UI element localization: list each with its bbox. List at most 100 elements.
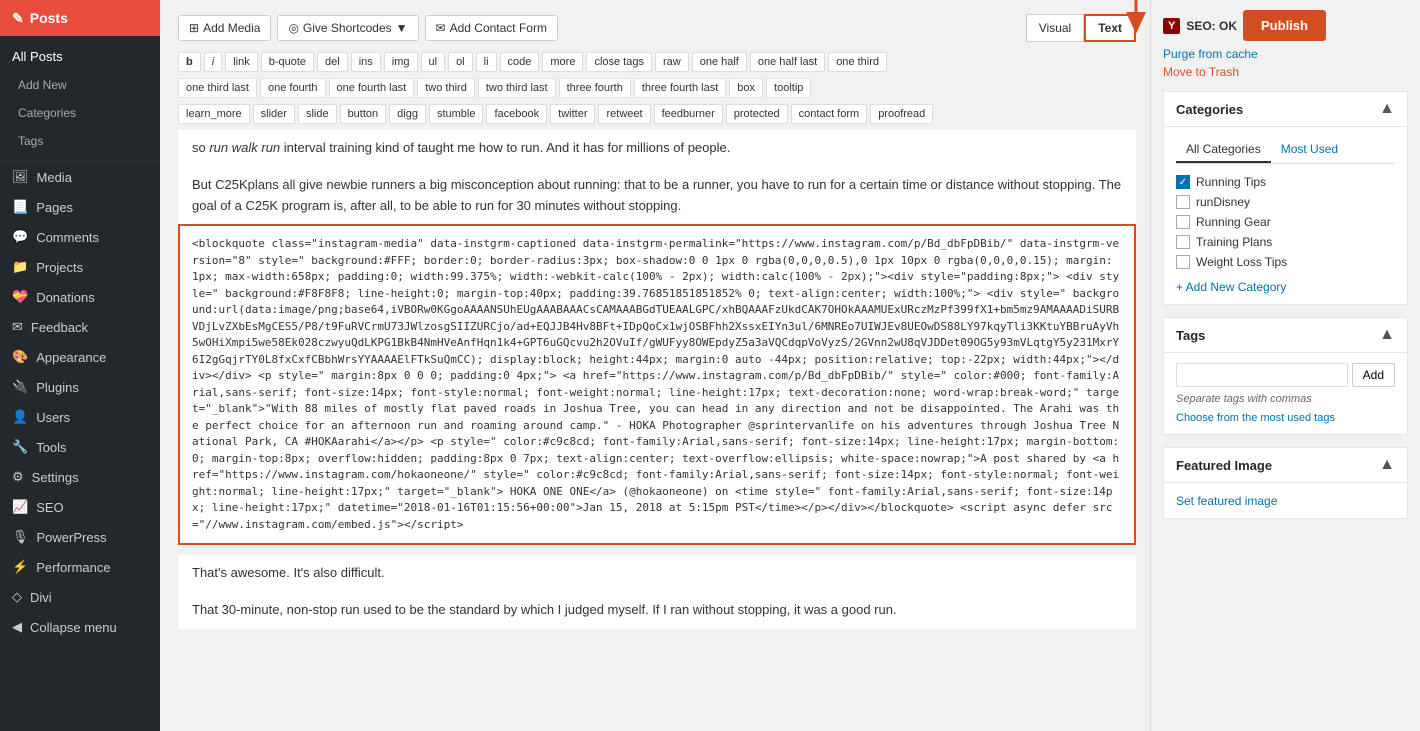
fmt-stumble[interactable]: stumble [429, 104, 484, 124]
fmt-one-third-last[interactable]: one third last [178, 78, 257, 98]
plugins-icon: 🔌 [12, 379, 28, 395]
fmt-protected[interactable]: protected [726, 104, 788, 124]
add-media-button[interactable]: ⊞ Add Media [178, 15, 271, 41]
sidebar-item-comments[interactable]: 💬 Comments [0, 222, 160, 252]
text-button[interactable]: Text [1084, 14, 1136, 42]
cat-checkbox-weight-loss-tips[interactable] [1176, 255, 1190, 269]
fmt-one-half[interactable]: one half [692, 52, 747, 72]
categories-toggle-icon[interactable]: ▲ [1379, 100, 1395, 118]
move-to-trash-link[interactable]: Move to Trash [1163, 65, 1408, 79]
fmt-two-third-last[interactable]: two third last [478, 78, 556, 98]
cat-checkbox-running-tips[interactable]: ✓ [1176, 175, 1190, 189]
sidebar-item-plugins[interactable]: 🔌 Plugins [0, 372, 160, 402]
fmt-link[interactable]: link [225, 52, 258, 72]
cat-checkbox-running-gear[interactable] [1176, 215, 1190, 229]
fmt-slider[interactable]: slider [253, 104, 295, 124]
publish-button[interactable]: Publish [1243, 10, 1326, 41]
fmt-ul[interactable]: ul [421, 52, 446, 72]
sidebar-item-performance[interactable]: ⚡ Performance [0, 552, 160, 582]
purge-cache-link[interactable]: Purge from cache [1163, 47, 1408, 61]
fmt-one-half-last[interactable]: one half last [750, 52, 825, 72]
sidebar-item-donations[interactable]: 💝 Donations [0, 282, 160, 312]
cat-running-tips: ✓ Running Tips [1176, 172, 1395, 192]
fmt-ol[interactable]: ol [448, 52, 473, 72]
fmt-img[interactable]: img [384, 52, 418, 72]
visual-button[interactable]: Visual [1026, 14, 1084, 42]
settings-icon: ⚙ [12, 469, 24, 485]
fmt-three-fourth[interactable]: three fourth [559, 78, 631, 98]
fmt-more[interactable]: more [542, 52, 583, 72]
sidebar-item-powerpress[interactable]: 🎙 PowerPress [0, 522, 160, 552]
fmt-twitter[interactable]: twitter [550, 104, 595, 124]
fmt-learn-more[interactable]: learn_more [178, 104, 250, 124]
fmt-box[interactable]: box [729, 78, 763, 98]
cat-checkbox-rundisney[interactable] [1176, 195, 1190, 209]
sidebar-item-tools[interactable]: 🔧 Tools [0, 432, 160, 462]
fmt-ins[interactable]: ins [351, 52, 381, 72]
fmt-bold[interactable]: b [178, 52, 201, 72]
fmt-one-fourth-last[interactable]: one fourth last [329, 78, 415, 98]
cat-checkbox-training-plans[interactable] [1176, 235, 1190, 249]
sidebar-item-all-posts[interactable]: All Posts [0, 42, 160, 71]
pages-label: Pages [36, 200, 73, 215]
sidebar-item-users[interactable]: 👤 Users [0, 402, 160, 432]
fmt-button[interactable]: button [340, 104, 387, 124]
fmt-proofread[interactable]: proofread [870, 104, 933, 124]
editor-toolbar: ⊞ Add Media ◎ Give Shortcodes ▼ ✉ Add Co… [178, 14, 1136, 42]
tab-all-categories[interactable]: All Categories [1176, 137, 1271, 163]
add-new-category-link[interactable]: + Add New Category [1176, 280, 1395, 294]
sidebar-item-projects[interactable]: 📁 Projects [0, 252, 160, 282]
sidebar-item-tags[interactable]: Tags [0, 127, 160, 155]
sidebar-item-categories[interactable]: Categories [0, 99, 160, 127]
fmt-facebook[interactable]: facebook [486, 104, 547, 124]
text-para-3: That's awesome. It's also difficult. [178, 555, 1136, 592]
sidebar-item-collapse[interactable]: ◀ Collapse menu [0, 612, 160, 642]
sidebar-item-seo[interactable]: 📈 SEO [0, 492, 160, 522]
arrow-container: Text [1084, 14, 1136, 42]
sidebar-item-pages[interactable]: 📃 Pages [0, 192, 160, 222]
fmt-tooltip[interactable]: tooltip [766, 78, 811, 98]
sidebar-item-add-new[interactable]: Add New [0, 71, 160, 99]
fmt-three-fourth-last[interactable]: three fourth last [634, 78, 726, 98]
users-icon: 👤 [12, 409, 28, 425]
give-shortcodes-button[interactable]: ◎ Give Shortcodes ▼ [277, 15, 418, 41]
sidebar-item-divi[interactable]: ◇ Divi [0, 582, 160, 612]
contact-form-icon: ✉ [436, 21, 446, 35]
cat-weight-loss-tips: Weight Loss Tips [1176, 252, 1395, 272]
featured-image-panel-body: Set featured image [1164, 483, 1407, 518]
settings-label: Settings [32, 470, 79, 485]
fmt-two-third[interactable]: two third [417, 78, 475, 98]
fmt-italic[interactable]: i [204, 52, 222, 72]
fmt-close-tags[interactable]: close tags [586, 52, 652, 72]
fmt-one-fourth[interactable]: one fourth [260, 78, 326, 98]
collapse-label: Collapse menu [30, 620, 117, 635]
fmt-slide[interactable]: slide [298, 104, 337, 124]
fmt-li[interactable]: li [476, 52, 497, 72]
fmt-code[interactable]: code [500, 52, 540, 72]
fmt-digg[interactable]: digg [389, 104, 426, 124]
set-featured-image-link[interactable]: Set featured image [1176, 494, 1277, 508]
code-block[interactable]: <blockquote class="instagram-media" data… [178, 224, 1136, 545]
fmt-retweet[interactable]: retweet [598, 104, 650, 124]
tag-input[interactable] [1176, 363, 1348, 387]
tags-toggle-icon[interactable]: ▲ [1379, 326, 1395, 344]
fmt-bquote[interactable]: b-quote [261, 52, 314, 72]
fmt-feedburner[interactable]: feedburner [654, 104, 723, 124]
all-posts-label: All Posts [12, 49, 63, 64]
add-contact-form-button[interactable]: ✉ Add Contact Form [425, 15, 558, 41]
fmt-one-third[interactable]: one third [828, 52, 887, 72]
fmt-del[interactable]: del [317, 52, 348, 72]
sidebar-item-media[interactable]: 🖼 Media [0, 162, 160, 192]
dropdown-arrow-icon: ▼ [396, 21, 408, 35]
categories-tabs: All Categories Most Used [1176, 137, 1395, 164]
sidebar-item-settings[interactable]: ⚙ Settings [0, 462, 160, 492]
sidebar-item-appearance[interactable]: 🎨 Appearance [0, 342, 160, 372]
tags-choose-link[interactable]: Choose from the most used tags [1176, 412, 1335, 424]
tab-most-used[interactable]: Most Used [1271, 137, 1348, 163]
fmt-contact-form[interactable]: contact form [791, 104, 868, 124]
tag-add-button[interactable]: Add [1352, 363, 1395, 387]
fmt-raw[interactable]: raw [655, 52, 689, 72]
featured-image-toggle-icon[interactable]: ▲ [1379, 456, 1395, 474]
add-contact-form-label: Add Contact Form [450, 21, 547, 35]
sidebar-item-feedback[interactable]: ✉ Feedback [0, 312, 160, 342]
